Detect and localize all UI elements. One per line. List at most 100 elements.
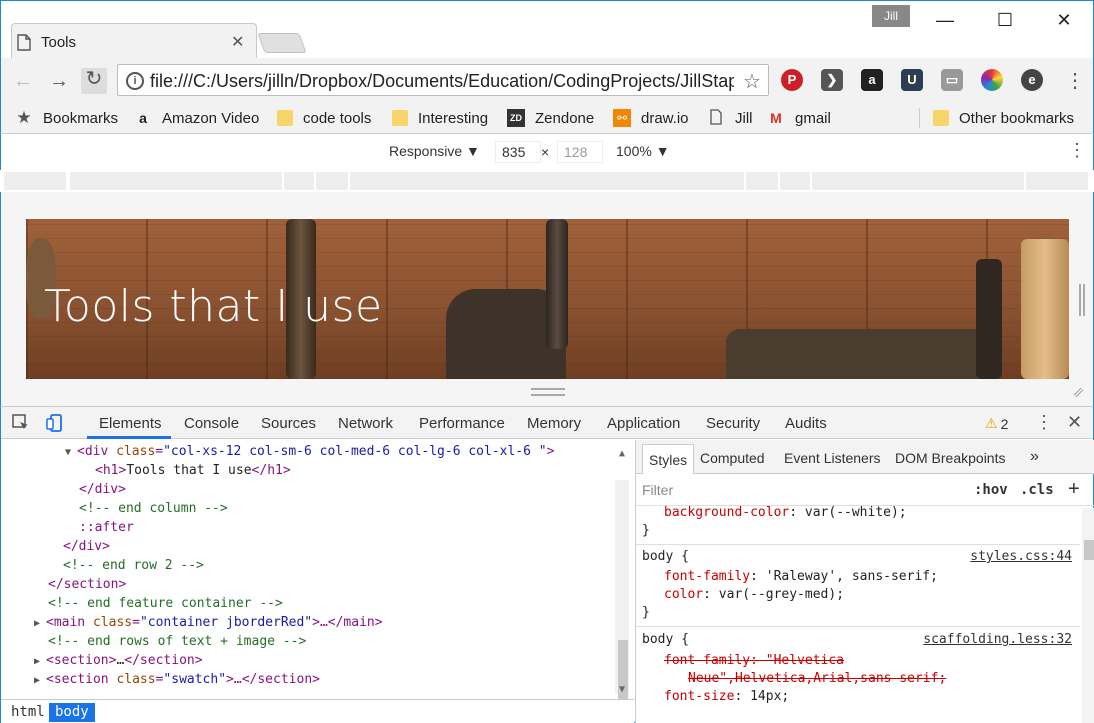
pinterest-icon[interactable]: P <box>781 69 803 91</box>
dom-node[interactable]: </section> <box>48 575 126 594</box>
minimize-button[interactable]: — <box>925 9 965 31</box>
overridden-property[interactable]: font-family: "Helvetica <box>664 652 844 670</box>
media-query-segment[interactable] <box>746 172 780 190</box>
media-query-segment[interactable] <box>350 172 746 190</box>
media-query-segment[interactable] <box>780 172 812 190</box>
collapse-triangle-icon[interactable]: ▼ <box>65 443 77 462</box>
device-more-icon[interactable]: ⋮ <box>1068 140 1086 161</box>
tab-dom-breakpoints[interactable]: DOM Breakpoints <box>895 450 1005 466</box>
media-query-segment[interactable] <box>284 172 316 190</box>
device-toggle-icon[interactable] <box>45 413 65 433</box>
scroll-down-icon[interactable]: ▼ <box>619 684 625 695</box>
amazon-extension-icon[interactable]: a <box>861 69 883 91</box>
device-height-input[interactable]: 128 <box>557 141 603 163</box>
warning-counter[interactable]: ⚠ 2 <box>985 415 1008 432</box>
bookmark-code-tools[interactable]: code tools <box>277 107 371 129</box>
zoom-select[interactable]: 100% ▼ <box>616 143 670 159</box>
dom-comment[interactable]: <!-- end row 2 --> <box>63 556 204 575</box>
rule-selector[interactable]: body { <box>642 631 689 649</box>
media-query-segment[interactable] <box>316 172 350 190</box>
dom-node[interactable]: ▼ <div class="col-xs-12 col-sm-6 col-med-… <box>65 442 554 461</box>
tab-security[interactable]: Security <box>706 415 760 432</box>
vertical-resize-handle[interactable] <box>531 388 565 396</box>
tab-memory[interactable]: Memory <box>527 415 581 432</box>
media-query-segment[interactable] <box>4 172 68 190</box>
dom-node[interactable]: </div> <box>79 480 126 499</box>
device-width-input[interactable]: 835 <box>495 141 541 163</box>
url-text[interactable]: file:///C:/Users/jilln/Dropbox/Documents… <box>150 71 734 92</box>
tab-console[interactable]: Console <box>184 415 239 432</box>
media-query-segment[interactable] <box>70 172 284 190</box>
bookmark-drawio[interactable]: ⚯ draw.io <box>613 107 689 129</box>
pocket-icon[interactable]: ❯ <box>821 69 843 91</box>
browser-menu-icon[interactable]: ⋮ <box>1065 68 1085 93</box>
scroll-up-icon[interactable]: ▲ <box>619 448 625 459</box>
inspect-element-icon[interactable] <box>11 413 31 433</box>
maximize-button[interactable]: ☐ <box>985 9 1025 31</box>
expand-triangle-icon[interactable]: ▶ <box>34 614 46 633</box>
tab-event-listeners[interactable]: Event Listeners <box>784 450 881 466</box>
close-window-button[interactable]: ✕ <box>1044 9 1084 31</box>
media-query-bar[interactable] <box>0 172 1094 190</box>
style-property[interactable]: background-color: var(--white); <box>664 506 907 522</box>
styles-filter-input[interactable]: Filter <box>642 482 673 498</box>
device-mode-select[interactable]: Responsive ▼ <box>389 143 480 159</box>
tab-performance[interactable]: Performance <box>419 415 505 432</box>
reload-button[interactable]: ↻ <box>81 68 107 94</box>
tab-styles[interactable]: Styles <box>642 444 695 474</box>
bookmark-amazon-video[interactable]: a Amazon Video <box>134 107 259 129</box>
cast-icon[interactable]: ▭ <box>941 69 963 91</box>
dom-comment[interactable]: <!-- end column --> <box>79 499 228 518</box>
forward-button[interactable]: → <box>47 70 71 92</box>
bookmark-star-icon[interactable]: ☆ <box>743 69 761 94</box>
rule-source-link[interactable]: styles.css:44 <box>970 548 1072 566</box>
tab-sources[interactable]: Sources <box>261 415 316 432</box>
rule-source-link[interactable]: scaffolding.less:32 <box>923 631 1072 649</box>
corner-resize-handle[interactable]: ═ <box>1069 383 1087 401</box>
browser-tab-content[interactable]: Tools <box>17 32 76 52</box>
evernote-icon[interactable]: e <box>1021 69 1043 91</box>
dom-node[interactable]: </div> <box>63 537 110 556</box>
dom-comment[interactable]: <!-- end rows of text + image --> <box>48 632 306 651</box>
dom-pseudo[interactable]: ::after <box>79 518 134 537</box>
devtools-close-icon[interactable]: ✕ <box>1067 412 1082 433</box>
breadcrumb-body[interactable]: body <box>49 703 95 722</box>
color-picker-icon[interactable] <box>981 69 1003 91</box>
tab-close-icon[interactable]: ✕ <box>231 32 244 52</box>
back-button[interactable]: ← <box>11 70 35 92</box>
tab-elements[interactable]: Elements <box>99 415 162 432</box>
profile-badge[interactable]: Jill <box>872 5 910 27</box>
info-icon[interactable]: i <box>126 72 144 90</box>
bookmark-gmail[interactable]: M gmail <box>767 107 831 129</box>
dom-node[interactable]: ▶ <main class="container jborderRed">…</m… <box>34 613 383 632</box>
dom-node[interactable]: ▶ <section>…</section> <box>34 651 203 670</box>
media-query-segment[interactable] <box>812 172 1026 190</box>
tab-computed[interactable]: Computed <box>700 450 765 466</box>
tab-network[interactable]: Network <box>338 415 393 432</box>
expand-triangle-icon[interactable]: ▶ <box>34 671 46 690</box>
class-toggle[interactable]: .cls <box>1020 482 1054 498</box>
more-tabs-icon[interactable]: » <box>1030 448 1039 466</box>
address-bar[interactable]: i file:///C:/Users/jilln/Dropbox/Documen… <box>117 64 769 96</box>
bookmarks-button[interactable]: ★ Bookmarks <box>15 107 118 129</box>
dom-comment[interactable]: <!-- end feature container --> <box>48 594 283 613</box>
bookmark-jill[interactable]: Jill <box>707 107 753 129</box>
dom-node[interactable]: <h1>Tools that I use</h1> <box>95 461 291 480</box>
rule-selector[interactable]: body { <box>642 548 689 566</box>
style-property[interactable]: color: var(--grey-med); <box>664 586 844 604</box>
extension-u-icon[interactable]: U <box>901 69 923 91</box>
new-tab-button[interactable] <box>257 33 307 53</box>
new-rule-icon[interactable]: + <box>1068 478 1080 501</box>
bookmark-zendone[interactable]: ZD Zendone <box>507 107 594 129</box>
expand-triangle-icon[interactable]: ▶ <box>34 652 46 671</box>
style-property[interactable]: font-family: 'Raleway', sans-serif; <box>664 568 938 586</box>
media-query-segment[interactable] <box>1026 172 1090 190</box>
horizontal-resize-handle[interactable] <box>1079 284 1085 316</box>
tab-audits[interactable]: Audits <box>785 415 827 432</box>
bookmark-interesting[interactable]: Interesting <box>392 107 488 129</box>
styles-scrollbar-thumb[interactable] <box>1084 540 1094 560</box>
tab-application[interactable]: Application <box>607 415 680 432</box>
breadcrumb-html[interactable]: html <box>5 703 51 722</box>
style-property[interactable]: font-size: 14px; <box>664 688 789 706</box>
bookmark-other[interactable]: Other bookmarks <box>933 107 1074 129</box>
